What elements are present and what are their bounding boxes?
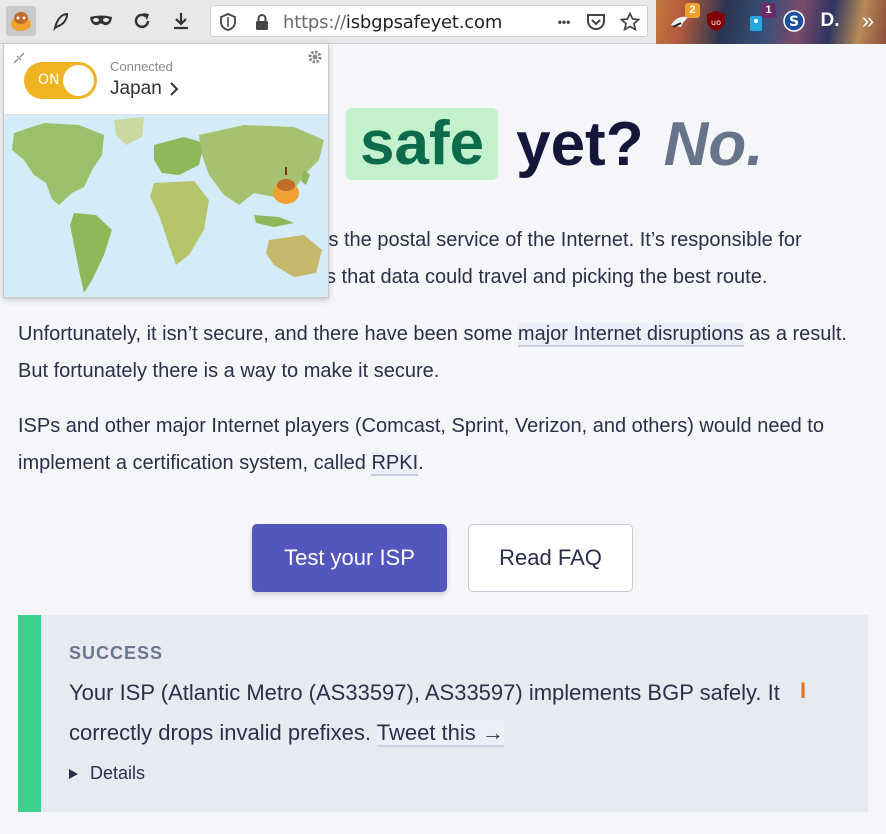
- shield-icon[interactable]: [217, 11, 239, 33]
- rpki-link[interactable]: RPKI: [371, 452, 419, 476]
- url-host: isbgpsafeyet.com: [345, 12, 503, 33]
- download-icon[interactable]: [166, 6, 196, 36]
- details-toggle[interactable]: Details: [69, 763, 145, 784]
- chevron-right-icon: [170, 82, 179, 96]
- text-cursor-icon: I: [800, 678, 807, 703]
- collapse-icon[interactable]: [13, 52, 25, 67]
- p3-text-b: .: [418, 452, 424, 474]
- details-label: Details: [90, 763, 146, 783]
- url-text[interactable]: https://isbgpsafeyet.com: [283, 12, 502, 33]
- feather-icon[interactable]: [46, 6, 76, 36]
- test-isp-button[interactable]: Test your ISP: [252, 524, 447, 592]
- vpn-extension-icon[interactable]: [6, 6, 36, 36]
- mask-icon[interactable]: [86, 6, 116, 36]
- vpn-toggle[interactable]: ON: [24, 62, 97, 99]
- paragraph-rpki: ISPs and other major Internet players (C…: [18, 408, 868, 482]
- tag-icon[interactable]: 1: [744, 3, 776, 33]
- location-label: Japan: [110, 78, 162, 99]
- result-panel: SUCCESS Your ISP (Atlantic Metro (AS3359…: [18, 615, 868, 812]
- intro-line-2: s that data could travel and picking the…: [326, 266, 768, 288]
- result-text: Your ISP (Atlantic Metro (AS33597), AS33…: [69, 673, 839, 753]
- overflow-menu-icon[interactable]: »: [856, 8, 880, 33]
- paragraph-security: Unfortunately, it isn’t secure, and ther…: [18, 316, 868, 390]
- ublock-icon[interactable]: uo: [704, 9, 728, 33]
- result-label: SUCCESS: [69, 643, 164, 663]
- vpn-header: ON Connected Japan: [4, 44, 328, 114]
- title-no: No.: [663, 109, 764, 179]
- vpn-status: Connected: [110, 59, 173, 74]
- result-status-bar: [18, 615, 41, 812]
- gear-icon[interactable]: [307, 49, 323, 70]
- major-disruptions-link[interactable]: major Internet disruptions: [517, 323, 744, 347]
- url-scheme: https://: [283, 12, 346, 33]
- url-bar[interactable]: https://isbgpsafeyet.com •••: [210, 5, 648, 37]
- toggle-knob: [63, 65, 94, 96]
- pocket-icon[interactable]: [585, 11, 607, 33]
- bird-icon[interactable]: 2: [668, 3, 700, 33]
- bird-badge: 2: [685, 3, 700, 18]
- s-icon-label: S: [789, 14, 799, 30]
- reload-icon[interactable]: [127, 6, 157, 36]
- read-faq-button[interactable]: Read FAQ: [468, 524, 633, 592]
- location-selector[interactable]: Japan: [110, 78, 180, 100]
- title-safe: safe: [346, 108, 499, 180]
- page-title: safe yet? No.: [346, 106, 763, 182]
- svg-text:uo: uo: [711, 18, 721, 27]
- more-actions-icon[interactable]: •••: [551, 11, 577, 33]
- p2-text-a: Unfortunately, it isn’t secure, and ther…: [18, 323, 518, 345]
- tweet-link[interactable]: Tweet this →: [376, 720, 504, 747]
- vpn-popup: ON Connected Japan: [3, 43, 329, 298]
- title-yet: yet?: [516, 109, 644, 179]
- browser-toolbar: https://isbgpsafeyet.com ••• 2 uo 1 S D.…: [0, 0, 886, 44]
- intro-line-1: is the postal service of the Internet. I…: [324, 229, 802, 251]
- s-icon[interactable]: S: [782, 9, 806, 33]
- toggle-label: ON: [38, 72, 60, 88]
- disclosure-triangle-icon: [69, 768, 78, 779]
- world-map[interactable]: [4, 114, 328, 297]
- bookmark-star-icon[interactable]: [619, 11, 641, 33]
- d-icon[interactable]: D.: [818, 9, 842, 33]
- extensions-area: 2 uo 1 S D. »: [656, 0, 886, 44]
- tag-badge: 1: [761, 3, 776, 18]
- lock-icon[interactable]: [251, 11, 273, 33]
